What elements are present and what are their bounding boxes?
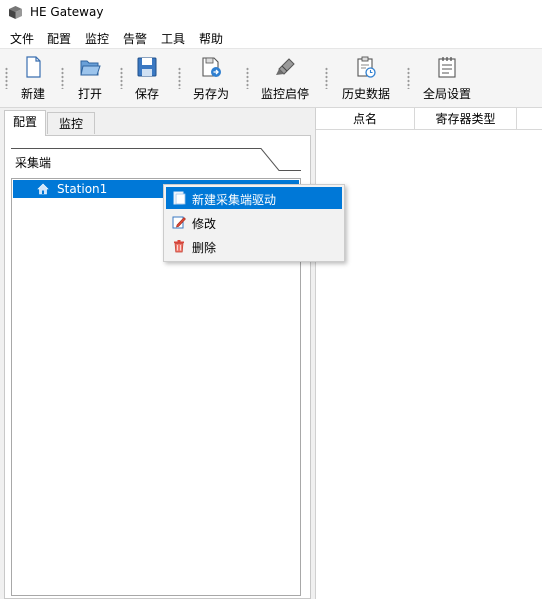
settings-icon <box>438 57 456 78</box>
menu-alarm[interactable]: 告警 <box>123 30 147 47</box>
group-header-frame <box>11 148 301 171</box>
open-button[interactable]: 打开 <box>72 55 108 103</box>
history-icon <box>357 56 376 78</box>
global-settings-button-label: 全局设置 <box>422 87 471 101</box>
monitor-toggle-button[interactable]: 监控启停 <box>257 55 313 103</box>
menu-file[interactable]: 文件 <box>10 30 34 47</box>
toolbar-grip[interactable] <box>325 67 328 89</box>
app-cube-icon <box>9 6 22 19</box>
menu-item-delete[interactable]: 删除 <box>166 235 342 257</box>
save-as-button[interactable]: 另存为 <box>189 55 233 103</box>
points-table: 点名 寄存器类型 <box>315 108 542 599</box>
home-icon <box>37 183 49 195</box>
left-panel: 配置 监控 采集端 Station1 <box>0 108 312 599</box>
column-point-name[interactable]: 点名 <box>316 108 415 130</box>
menu-tools[interactable]: 工具 <box>161 30 185 47</box>
menu-item-label: 新建采集端驱动 <box>192 193 277 207</box>
group-label: 采集端 <box>15 156 52 170</box>
open-folder-icon <box>80 60 101 76</box>
toolbar-grip[interactable] <box>61 67 64 89</box>
column-register-type[interactable]: 寄存器类型 <box>415 108 517 130</box>
global-settings-button[interactable]: 全局设置 <box>419 55 475 103</box>
column-filler <box>517 108 542 130</box>
tab-monitor[interactable]: 监控 <box>47 112 95 134</box>
tab-config[interactable]: 配置 <box>4 110 46 136</box>
new-button-label: 新建 <box>20 87 45 101</box>
menu-item-label: 删除 <box>192 241 217 255</box>
toolbar-grip[interactable] <box>120 67 123 89</box>
new-button[interactable]: 新建 <box>16 55 50 103</box>
save-icon <box>137 57 157 77</box>
toolbar-grip[interactable] <box>407 67 410 89</box>
menu-config[interactable]: 配置 <box>47 30 71 47</box>
collector-group-header: 采集端 <box>11 148 301 172</box>
delete-icon <box>174 240 184 253</box>
new-driver-icon <box>173 191 186 205</box>
save-as-button-label: 另存为 <box>192 87 229 101</box>
tree-item-label: Station1 <box>57 182 108 196</box>
context-menu: 新建采集端驱动 修改 删除 <box>163 184 345 262</box>
save-button-label: 保存 <box>134 87 159 101</box>
monitor-icon <box>276 58 295 75</box>
toolbar: 新建 打开 保存 另存为 监控启停 历史数据 全局设置 <box>0 48 542 108</box>
menu-bar: 文件 配置 监控 告警 工具 帮助 <box>0 26 542 48</box>
save-as-icon <box>202 57 221 77</box>
edit-icon <box>172 216 186 229</box>
menu-monitor[interactable]: 监控 <box>85 30 109 47</box>
monitor-toggle-button-label: 监控启停 <box>260 87 309 101</box>
title-bar: HE Gateway <box>0 0 542 26</box>
menu-item-label: 修改 <box>192 217 217 231</box>
toolbar-grip[interactable] <box>246 67 249 89</box>
history-data-button[interactable]: 历史数据 <box>338 55 394 103</box>
window-title: HE Gateway <box>30 5 104 19</box>
save-button[interactable]: 保存 <box>130 55 164 103</box>
history-data-button-label: 历史数据 <box>341 87 390 101</box>
toolbar-grip[interactable] <box>5 67 8 89</box>
open-button-label: 打开 <box>77 87 102 101</box>
menu-item-edit[interactable]: 修改 <box>166 211 342 233</box>
menu-item-new-driver[interactable]: 新建采集端驱动 <box>166 187 342 209</box>
toolbar-grip[interactable] <box>178 67 181 89</box>
menu-help[interactable]: 帮助 <box>199 30 223 47</box>
new-file-icon <box>26 56 41 78</box>
